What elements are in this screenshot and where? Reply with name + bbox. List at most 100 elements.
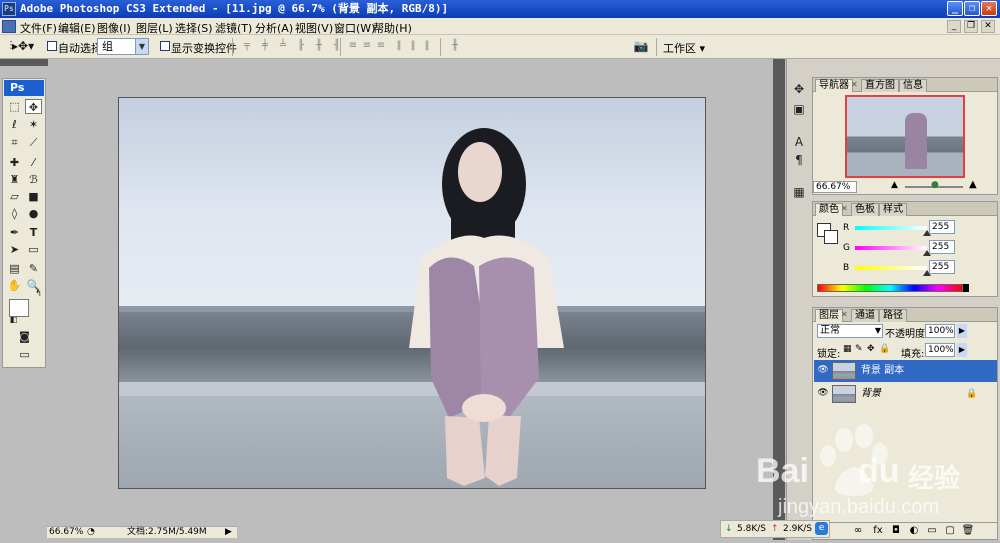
menu-edit[interactable]: 编辑(E) (58, 20, 96, 36)
zoom-slider-thumb[interactable]: ● (931, 180, 939, 190)
dodge-tool-icon[interactable]: ● (25, 206, 42, 221)
auto-select-checkbox[interactable] (47, 41, 57, 51)
distribute-left-icon[interactable]: ‖ (392, 40, 406, 52)
align-left-icon[interactable]: ╟ (294, 40, 308, 52)
move-tool-preset-icon[interactable]: ▸✥▾ (12, 40, 34, 52)
tab-histogram[interactable]: 直方图 (861, 79, 899, 92)
doc-close-icon[interactable]: ✕ (981, 20, 995, 33)
auto-align-icon[interactable]: ╫ (448, 40, 462, 52)
color-ramp[interactable] (817, 284, 963, 292)
blur-tool-icon[interactable]: ◊ (6, 206, 23, 221)
menu-file[interactable]: 文件(F) (20, 20, 57, 36)
lasso-tool-icon[interactable]: ℓ (6, 117, 23, 132)
zoom-out-icon[interactable]: ▲ (891, 180, 898, 190)
color-background-swatch[interactable] (824, 230, 838, 244)
menu-select[interactable]: 选择(S) (175, 20, 213, 36)
lock-pixels-icon[interactable]: ✎ (855, 344, 863, 354)
shape-tool-icon[interactable]: ▭ (25, 242, 42, 257)
history-brush-icon[interactable]: ℬ (25, 172, 42, 187)
status-arrow-icon[interactable]: ▶ (225, 527, 232, 538)
show-transform-checkbox[interactable] (160, 41, 170, 51)
align-bottom-icon[interactable]: ╧ (276, 40, 290, 52)
tab-info[interactable]: 信息 (899, 79, 927, 92)
healing-brush-icon[interactable]: ✚ (6, 155, 23, 170)
notes-tool-icon[interactable]: ▤ (6, 261, 23, 276)
menu-layer[interactable]: 图层(L) (136, 20, 173, 36)
move-tool-icon[interactable]: ✥ (25, 99, 42, 114)
tab-navigator[interactable]: 导航器 (815, 79, 853, 92)
tab-color[interactable]: 颜色 (815, 203, 843, 216)
r-slider[interactable] (855, 226, 927, 230)
brushes-icon[interactable]: ▣ (791, 101, 807, 117)
lock-position-icon[interactable]: ✥ (867, 344, 875, 354)
swap-colors-icon[interactable]: ↰ (30, 286, 47, 301)
marquee-tool-icon[interactable]: ⬚ (6, 99, 23, 114)
crop-tool-icon[interactable]: ⌗ (6, 135, 23, 150)
status-zoom[interactable]: 66.67% (49, 527, 83, 538)
workspace-button[interactable]: 工作区 ▾ (663, 40, 705, 56)
screen-mode-icon[interactable]: ▭ (16, 347, 33, 362)
eyedropper-icon[interactable]: ✎ (25, 261, 42, 276)
r-value[interactable]: 255 (929, 220, 955, 234)
restore-button[interactable]: ❐ (964, 1, 980, 16)
lock-all-icon[interactable]: 🔒 (879, 344, 890, 354)
navigator-thumbnail[interactable] (845, 95, 965, 178)
status-menu-icon[interactable]: ◔ (87, 527, 95, 538)
gradient-tool-icon[interactable]: ■ (25, 189, 42, 204)
align-vcenter-icon[interactable]: ╪ (258, 40, 272, 52)
document-canvas[interactable] (118, 97, 706, 489)
distribute-bottom-icon[interactable]: ≡ (374, 40, 388, 52)
paragraph-icon[interactable]: ¶ (791, 152, 807, 168)
eye-icon[interactable]: 👁 (817, 365, 829, 376)
tab-swatches[interactable]: 色板 (851, 203, 879, 216)
b-slider[interactable] (855, 266, 927, 270)
fill-field[interactable]: 100% (925, 343, 955, 357)
character-icon[interactable]: A (791, 134, 807, 150)
menu-window[interactable]: 窗口(W) (334, 20, 375, 36)
color-ramp-black[interactable] (963, 284, 969, 292)
stamp-tool-icon[interactable]: ♜ (6, 172, 23, 187)
document-icon[interactable] (2, 20, 16, 33)
magic-wand-icon[interactable]: ✶ (25, 117, 42, 132)
tab-layers[interactable]: 图层 (815, 309, 843, 322)
close-icon[interactable]: ✕ (841, 204, 848, 213)
type-tool-icon[interactable]: T (25, 225, 42, 240)
zoom-in-icon[interactable]: ▲ (969, 179, 977, 190)
path-select-icon[interactable]: ➤ (6, 242, 23, 257)
hand-tool-icon[interactable]: ✋ (6, 278, 23, 293)
layer-comps-icon[interactable]: ▦ (791, 184, 807, 200)
eraser-tool-icon[interactable]: ▱ (6, 189, 23, 204)
toolbox-header[interactable] (0, 59, 48, 66)
g-value[interactable]: 255 (929, 240, 955, 254)
blend-mode-dropdown[interactable]: 正常 ▼ (817, 324, 883, 338)
tab-channels[interactable]: 通道 (851, 309, 879, 322)
opacity-arrow-icon[interactable]: ▶ (957, 324, 967, 338)
eye-icon[interactable]: 👁 (817, 388, 829, 399)
distribute-hcenter-icon[interactable]: ‖ (406, 40, 420, 52)
align-right-icon[interactable]: ╢ (330, 40, 344, 52)
lock-transparency-icon[interactable]: ▦ (843, 344, 852, 354)
auto-select-dropdown[interactable]: 组 ▼ (97, 38, 149, 55)
distribute-vcenter-icon[interactable]: ≡ (360, 40, 374, 52)
close-button[interactable]: ✕ (981, 1, 997, 16)
quick-mask-icon[interactable]: ◙ (16, 329, 33, 344)
menu-filter[interactable]: 滤镜(T) (215, 20, 252, 36)
slice-tool-icon[interactable]: ⟋ (25, 135, 42, 150)
tab-paths[interactable]: 路径 (879, 309, 907, 322)
layer-row-background-copy[interactable]: 👁 背景 副本 (814, 360, 997, 382)
tool-presets-icon[interactable]: ✥ (791, 81, 807, 97)
menu-image[interactable]: 图像(I) (97, 20, 131, 36)
layer-row-background[interactable]: 👁 背景 🔒 (814, 383, 997, 405)
toolbox-logo[interactable]: Ps (4, 80, 44, 96)
doc-restore-icon[interactable]: ❐ (964, 20, 978, 33)
file-browser-icon[interactable]: 📷 (630, 40, 652, 52)
doc-minimize-icon[interactable]: _ (947, 20, 961, 33)
close-icon[interactable]: ✕ (851, 80, 858, 89)
g-slider[interactable] (855, 246, 927, 250)
close-icon[interactable]: ✕ (841, 310, 848, 319)
menu-analysis[interactable]: 分析(A) (255, 20, 293, 36)
fill-arrow-icon[interactable]: ▶ (957, 343, 967, 357)
brush-tool-icon[interactable]: ⁄ (25, 155, 42, 170)
tab-styles[interactable]: 样式 (879, 203, 907, 216)
opacity-field[interactable]: 100% (925, 324, 955, 338)
